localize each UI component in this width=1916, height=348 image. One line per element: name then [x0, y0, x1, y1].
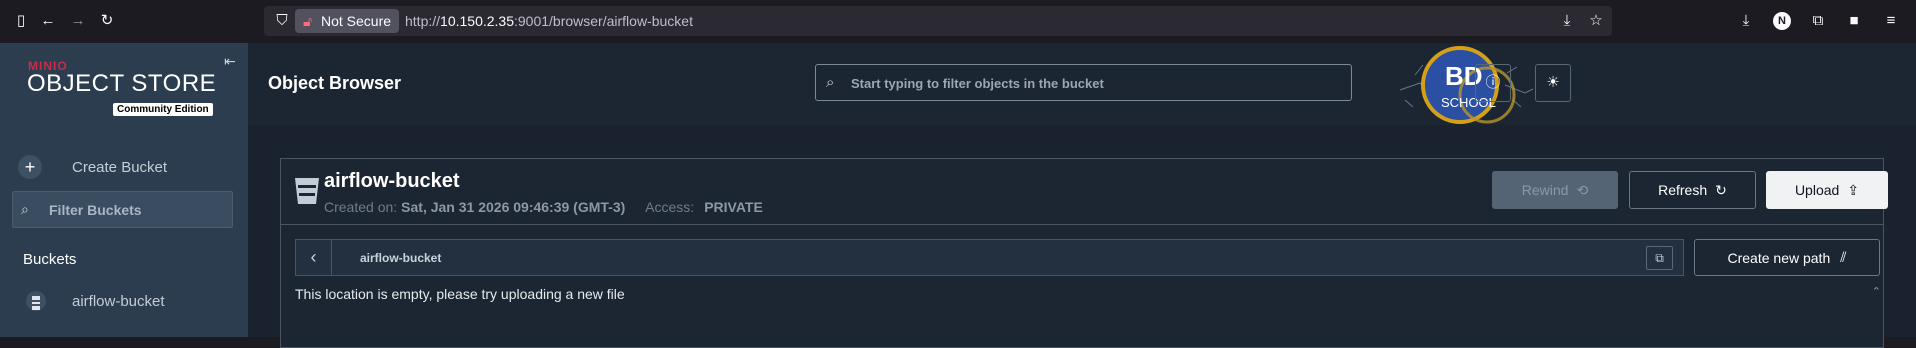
created-label: Created on: — [324, 199, 398, 215]
profile-avatar[interactable]: N — [1773, 12, 1791, 30]
reload-icon[interactable]: ↻ — [98, 12, 116, 30]
bucket-meta: Created on: Sat, Jan 31 2026 09:46:39 (GM… — [324, 199, 763, 215]
not-secure-label: Not Secure — [321, 13, 392, 29]
back-icon[interactable]: ← — [39, 12, 57, 30]
bucket-panel: airflow-bucket Created on: Sat, Jan 31 20… — [280, 158, 1888, 348]
back-chevron-icon[interactable]: ‹ — [296, 240, 332, 275]
lock-warning-icon: 🔓︎ — [303, 13, 313, 29]
created-value: Sat, Jan 31 2026 09:46:39 (GMT-3) — [401, 199, 626, 215]
edition-badge: Community Edition — [113, 103, 213, 116]
url-prefix: http:// — [405, 13, 441, 29]
help-button[interactable]: ⓘ — [1475, 64, 1511, 102]
help-icon: ⓘ — [1485, 74, 1501, 91]
bd-school-logo: BD SCHOOL — [1399, 46, 1534, 124]
menu-icon[interactable]: ≡ — [1882, 12, 1900, 30]
screenshot-icon[interactable]: ■ — [1845, 12, 1863, 30]
create-bucket-button[interactable]: + Create Bucket — [18, 152, 167, 182]
sidebar-item-airflow-bucket[interactable]: airflow-bucket — [26, 291, 165, 311]
url-path: :9001/browser/airflow-bucket — [514, 13, 693, 29]
extensions-icon[interactable]: ⧉ — [1809, 12, 1827, 30]
upload-icon: ⇪ — [1847, 181, 1860, 198]
breadcrumb-path[interactable]: airflow-bucket — [360, 251, 441, 265]
search-icon: ⌕ — [826, 74, 835, 91]
url-host: 10.150.2.35 — [440, 13, 514, 29]
refresh-icon: ↻ — [1715, 181, 1727, 198]
create-new-path-label: Create new path — [1727, 249, 1831, 266]
bookmark-star-icon[interactable]: ☆ — [1587, 12, 1605, 30]
not-secure-badge[interactable]: 🔓︎ Not Secure — [295, 9, 400, 33]
reader-view-icon[interactable]: ⤓ — [1558, 12, 1576, 30]
access-value: PRIVATE — [704, 199, 763, 215]
object-search-placeholder: Start typing to filter objects in the bu… — [851, 76, 1104, 91]
history-icon: ⟲ — [1576, 181, 1589, 198]
breadcrumb: ‹ airflow-bucket ⧉ — [295, 239, 1684, 276]
new-folder-icon: ⫽ — [1840, 249, 1847, 265]
refresh-button[interactable]: Refresh ↻ — [1629, 171, 1756, 209]
plus-icon: + — [18, 155, 42, 179]
filter-buckets-placeholder: Filter Buckets — [49, 202, 142, 218]
upload-button[interactable]: Upload ⇪ — [1766, 171, 1888, 209]
shield-icon[interactable]: ⛉ — [273, 12, 291, 30]
refresh-label: Refresh — [1658, 182, 1708, 198]
rewind-label: Rewind — [1521, 182, 1569, 198]
create-new-path-button[interactable]: Create new path ⫽ — [1694, 239, 1880, 276]
copy-icon: ⧉ — [1655, 251, 1664, 265]
search-icon: ⌕ — [21, 201, 29, 217]
create-bucket-label: Create Bucket — [72, 158, 168, 176]
access-label: Access: — [645, 199, 695, 215]
sidebar-toggle-icon[interactable]: ▯ — [12, 12, 30, 30]
page-title: Object Browser — [268, 73, 402, 93]
content-area: airflow-bucket Created on: Sat, Jan 31 20… — [248, 125, 1916, 348]
downloads-icon[interactable]: ⤓ — [1737, 12, 1755, 30]
sun-icon: ☀ — [1546, 74, 1560, 91]
bucket-icon — [26, 291, 46, 311]
minio-app: MINIO OBJECT STORE Community Edition ⇤ +… — [0, 43, 1916, 348]
empty-state-message: This location is empty, please try uploa… — [295, 286, 625, 302]
theme-toggle-button[interactable]: ☀ — [1535, 64, 1571, 102]
copy-path-button[interactable]: ⧉ — [1646, 246, 1673, 270]
forward-icon[interactable]: → — [69, 12, 87, 30]
sidebar: MINIO OBJECT STORE Community Edition ⇤ +… — [0, 43, 248, 337]
main-area: Object Browser ⌕ Start typing to filter … — [248, 43, 1916, 348]
divider — [281, 224, 1883, 225]
url-text[interactable]: http://10.150.2.35:9001/browser/airflow-… — [405, 13, 693, 29]
top-bar: Object Browser ⌕ Start typing to filter … — [248, 43, 1916, 125]
upload-label: Upload — [1794, 182, 1840, 198]
brand-large: OBJECT STORE — [27, 70, 217, 97]
buckets-heading: Buckets — [23, 251, 77, 268]
collapse-sidebar-icon[interactable]: ⇤ — [224, 53, 236, 70]
bucket-name: airflow-bucket — [324, 170, 460, 192]
scroll-up-icon[interactable]: ⌃ — [1872, 285, 1881, 298]
browser-toolbar: ▯ ← → ↻ ⛉ 🔓︎ Not Secure http://10.150.2.… — [0, 0, 1916, 43]
filter-buckets-input[interactable]: ⌕ Filter Buckets — [12, 191, 233, 228]
rewind-button[interactable]: Rewind ⟲ — [1492, 171, 1618, 209]
bucket-icon — [295, 178, 319, 204]
sidebar-item-label: airflow-bucket — [72, 292, 165, 310]
object-search-input[interactable]: ⌕ Start typing to filter objects in the … — [815, 64, 1352, 101]
